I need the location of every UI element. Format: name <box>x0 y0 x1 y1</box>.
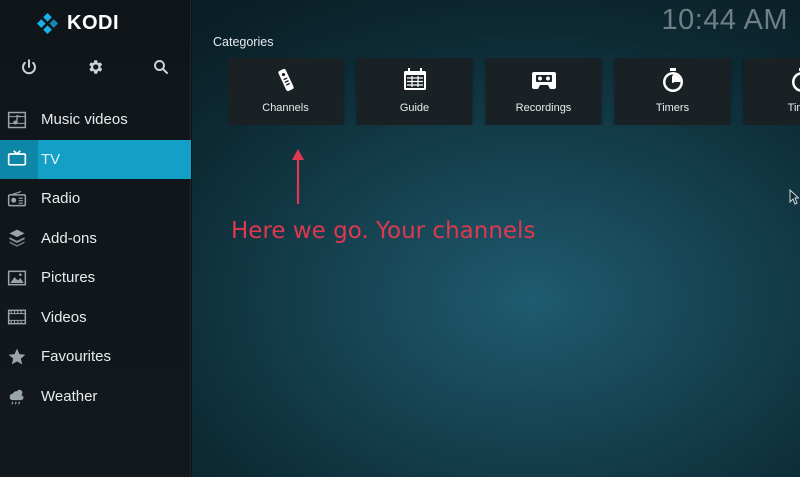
menu-label-music-videos: Music videos <box>41 111 128 129</box>
kodi-logo-text: KODI <box>67 11 119 34</box>
menu-item-addons[interactable]: Add-ons <box>0 219 191 259</box>
menu-label-radio: Radio <box>41 190 81 208</box>
sidebar: KODI Music videos TV Radio Add-ons Pictu… <box>0 0 191 477</box>
mouse-cursor-icon <box>789 189 799 205</box>
tile-channels[interactable]: Channels <box>228 58 343 125</box>
category-tiles: Channels Guide Recordings Timers Timer <box>228 58 800 125</box>
main-menu: Music videos TV Radio Add-ons Pictures V… <box>0 100 191 416</box>
menu-label-weather: Weather <box>41 387 98 405</box>
search-icon[interactable] <box>149 55 173 79</box>
menu-item-music-videos[interactable]: Music videos <box>0 100 191 140</box>
menu-label-pictures: Pictures <box>41 269 96 287</box>
menu-label-addons: Add-ons <box>41 229 97 247</box>
tile-guide[interactable]: Guide <box>357 58 472 125</box>
radio-icon <box>6 188 28 210</box>
menu-label-favourites: Favourites <box>41 348 112 366</box>
clock: 10:44 AM <box>661 4 788 36</box>
guide-icon <box>357 65 472 95</box>
kodi-logo[interactable]: KODI <box>36 11 119 35</box>
top-icon-bar <box>0 55 191 79</box>
remote-icon <box>228 65 343 95</box>
menu-item-videos[interactable]: Videos <box>0 298 191 338</box>
menu-item-tv[interactable]: TV <box>0 139 191 179</box>
tile-timers[interactable]: Timers <box>615 58 730 125</box>
gear-icon[interactable] <box>83 55 107 79</box>
tile-label-timers: Timers <box>655 102 690 114</box>
star-icon <box>6 346 28 368</box>
weather-icon <box>6 385 28 407</box>
tile-label-channels: Channels <box>262 102 309 114</box>
timer-icon <box>744 65 800 95</box>
annotation-arrow-icon <box>292 149 304 204</box>
videos-icon <box>6 306 28 328</box>
tile-timer-rules[interactable]: Timer <box>744 58 800 125</box>
cassette-icon <box>486 65 601 95</box>
tile-recordings[interactable]: Recordings <box>486 58 601 125</box>
addons-icon <box>6 227 28 249</box>
kodi-logo-icon <box>36 12 59 34</box>
menu-label-tv: TV <box>41 150 61 168</box>
pictures-icon <box>6 267 28 289</box>
tv-icon <box>6 148 28 170</box>
timer-icon <box>615 65 730 95</box>
menu-item-weather[interactable]: Weather <box>0 377 191 417</box>
power-icon[interactable] <box>17 55 41 79</box>
tile-label-recordings: Recordings <box>515 102 572 114</box>
main-panel: 10:44 AM Categories Channels Guide Recor… <box>192 0 800 477</box>
menu-item-pictures[interactable]: Pictures <box>0 258 191 298</box>
menu-label-videos: Videos <box>41 308 87 326</box>
tile-label-timer-rules: Timer <box>787 102 800 114</box>
categories-heading: Categories <box>213 35 274 49</box>
menu-item-radio[interactable]: Radio <box>0 179 191 219</box>
music-video-icon <box>6 109 28 131</box>
annotation-text: Here we go. Your channels <box>231 218 536 244</box>
menu-item-favourites[interactable]: Favourites <box>0 337 191 377</box>
tile-label-guide: Guide <box>399 102 430 114</box>
